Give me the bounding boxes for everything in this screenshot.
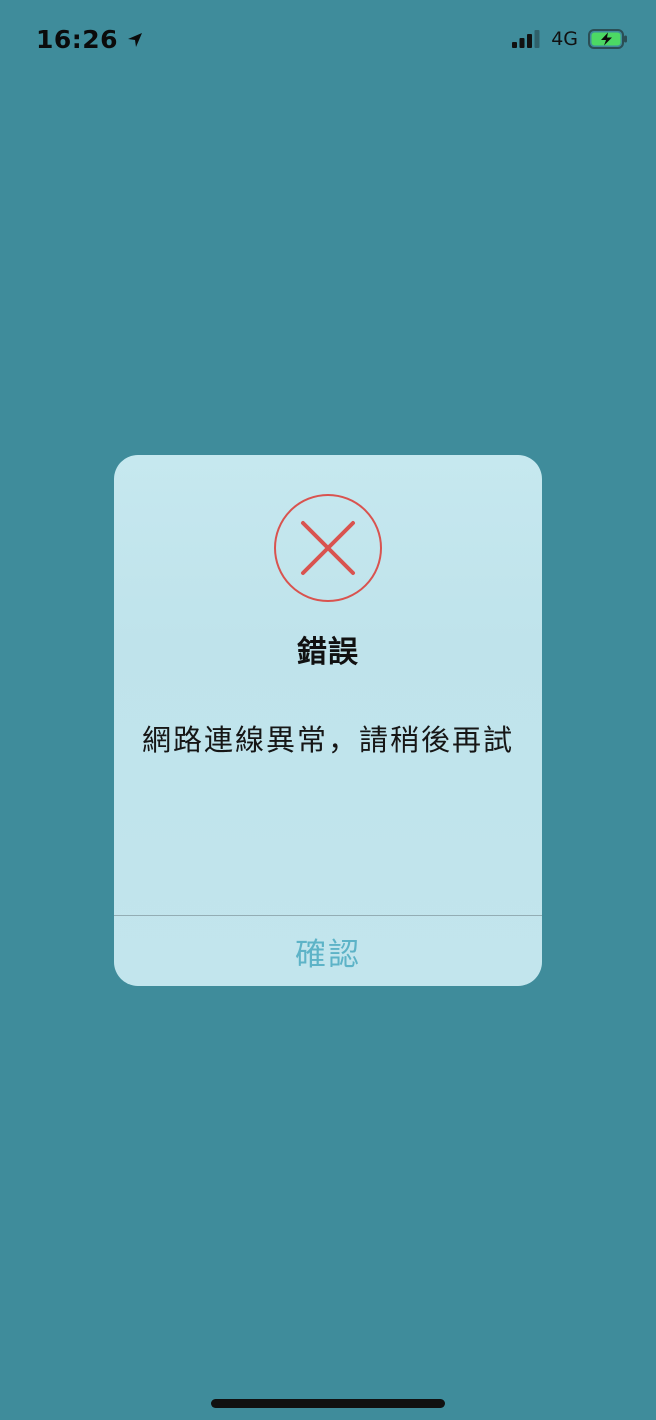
error-dialog: 錯誤 網路連線異常，請稍後再試 確認 bbox=[114, 455, 542, 986]
status-bar: 16:26 4G bbox=[0, 0, 656, 80]
signal-bars-icon bbox=[512, 30, 540, 48]
home-indicator[interactable] bbox=[211, 1399, 445, 1408]
status-time: 16:26 bbox=[36, 25, 119, 54]
time-group: 16:26 bbox=[36, 25, 144, 54]
confirm-button[interactable]: 確認 bbox=[114, 916, 542, 986]
battery-charging-icon bbox=[588, 29, 627, 49]
network-type: 4G bbox=[551, 28, 578, 50]
location-arrow-icon bbox=[128, 32, 143, 47]
status-right-group: 4G bbox=[511, 28, 628, 50]
dialog-title: 錯誤 bbox=[297, 635, 359, 670]
dialog-message: 網路連線異常，請稍後再試 bbox=[142, 723, 515, 757]
error-circle-x-icon bbox=[274, 494, 382, 602]
